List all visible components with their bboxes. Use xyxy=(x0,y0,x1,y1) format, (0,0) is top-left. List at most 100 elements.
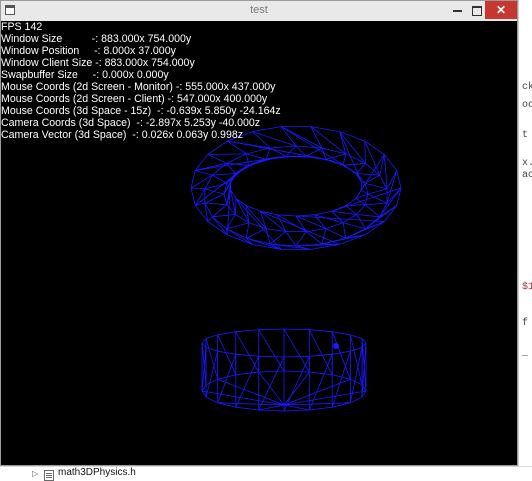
torus-edge xyxy=(246,223,249,238)
cylinder-edge xyxy=(284,329,309,330)
torus-edge xyxy=(343,154,346,165)
ide-code-fragment: $1 xyxy=(522,282,532,293)
project-tree-item[interactable]: ▷ math3DPhysics.h xyxy=(0,466,532,481)
cylinder-edge xyxy=(350,379,362,385)
torus-edge xyxy=(195,189,205,206)
torus-edge xyxy=(384,155,396,171)
torus-edge xyxy=(266,148,270,159)
close-button[interactable]: ✕ xyxy=(485,1,517,19)
render-viewport[interactable]: FPS 142Window Size -: 883.000x 754.000yW… xyxy=(1,21,517,465)
ide-code-fragment: oo xyxy=(522,100,532,111)
torus-edge xyxy=(365,203,387,205)
app-window: test ✕ FPS 142Window Size -: 883.000x 75… xyxy=(0,0,518,466)
torus-edge xyxy=(357,163,366,173)
cylinder-edge xyxy=(202,347,206,391)
cylinder-edge xyxy=(309,330,332,332)
tree-expand-icon[interactable]: ▷ xyxy=(32,469,38,478)
debug-readout-line: Camera Coords (3d Space) -: -2.897x 5.25… xyxy=(1,117,281,129)
cylinder-edge xyxy=(332,332,350,335)
cylinder-edge xyxy=(259,405,284,410)
ide-code-fragment: _ xyxy=(522,348,528,359)
torus-edge xyxy=(306,148,322,156)
project-tree-file-label[interactable]: math3DPhysics.h xyxy=(58,467,136,478)
debug-readout-line: Mouse Coords (3d Space - 15z) -: -0.639x… xyxy=(1,105,281,117)
torus-edge xyxy=(326,223,343,229)
ide-code-fragment: t xyxy=(522,130,528,141)
cylinder-edge xyxy=(206,347,218,351)
torus-edge xyxy=(195,171,212,176)
window-titlebar[interactable]: test ✕ xyxy=(1,1,517,22)
torus-edge xyxy=(205,189,224,194)
torus-edge xyxy=(286,146,296,156)
cylinder-edge xyxy=(332,351,350,407)
torus-edge xyxy=(357,215,380,217)
cylinder-edge xyxy=(284,356,309,357)
window-title: test xyxy=(1,4,517,16)
torus-edge xyxy=(246,148,270,154)
minimize-button[interactable] xyxy=(445,1,469,19)
torus-edge xyxy=(227,229,253,245)
cylinder-edge xyxy=(284,391,366,405)
cylinder-wireframe-mesh xyxy=(202,329,366,411)
cylinder-edge xyxy=(236,332,259,372)
cylinder-edge xyxy=(206,397,218,403)
debug-readout-line: Mouse Coords (2d Screen - Monitor) -: 55… xyxy=(1,81,281,93)
cylinder-edge xyxy=(350,347,362,351)
cylinder-edge xyxy=(309,372,332,375)
torus-edge xyxy=(212,174,235,176)
cylinder-edge xyxy=(309,354,332,356)
maximize-button[interactable] xyxy=(469,1,485,19)
torus-edge xyxy=(296,216,384,222)
torus-edge xyxy=(343,215,357,223)
cylinder-edge xyxy=(236,330,259,332)
torus-edge xyxy=(246,229,266,239)
cylinder-edge xyxy=(259,356,284,357)
cylinder-edge xyxy=(218,335,236,375)
torus-wireframe-mesh xyxy=(191,127,401,250)
torus-edge xyxy=(212,175,227,183)
torus-edge xyxy=(208,217,213,222)
torus-edge xyxy=(246,154,249,165)
torus-edge xyxy=(346,154,366,163)
torus-edge xyxy=(224,194,227,205)
torus-edge xyxy=(191,188,195,206)
torus-edge xyxy=(205,194,224,203)
torus-edge xyxy=(191,188,205,189)
torus-edge xyxy=(208,141,228,154)
torus-edge xyxy=(227,141,314,157)
torus-edge xyxy=(205,203,227,205)
ide-code-fragment: ac xyxy=(522,170,532,181)
torus-edge xyxy=(270,232,286,244)
torus-edge xyxy=(357,174,380,176)
debug-overlay: FPS 142Window Size -: 883.000x 754.000yW… xyxy=(1,21,281,141)
cylinder-edge xyxy=(202,343,206,385)
cylinder-edge xyxy=(202,339,206,343)
cylinder-edge xyxy=(309,330,332,375)
cylinder-edge xyxy=(284,405,309,410)
ide-code-fragment: x. xyxy=(522,158,532,169)
torus-edge xyxy=(365,183,387,189)
torus-edge xyxy=(368,194,387,203)
torus-edge xyxy=(195,157,277,170)
ide-background-panel: ck oo t x. ac $1 f _ xyxy=(518,0,532,480)
torus-edge xyxy=(306,229,326,232)
mouse-point-marker xyxy=(333,343,339,349)
torus-edge xyxy=(281,127,322,148)
debug-readout-line: Window Client Size -: 883.000x 754.000y xyxy=(1,57,281,69)
cylinder-edge xyxy=(332,332,350,380)
torus-edge xyxy=(212,217,226,229)
torus-edge xyxy=(357,205,366,215)
torus-edge xyxy=(212,215,235,217)
torus-edge xyxy=(235,199,236,215)
torus-edge xyxy=(311,127,340,132)
minimize-icon xyxy=(453,10,462,12)
cylinder-edge xyxy=(284,371,309,372)
cylinder-edge xyxy=(218,332,236,335)
debug-readout-line: Mouse Coords (2d Screen - Client) -: 547… xyxy=(1,93,281,105)
torus-edge xyxy=(340,132,362,182)
cylinder-edge xyxy=(259,410,284,411)
torus-edge xyxy=(365,141,366,163)
torus-edge xyxy=(212,205,227,217)
cylinder-edge xyxy=(350,335,362,339)
torus-edge xyxy=(281,127,296,146)
